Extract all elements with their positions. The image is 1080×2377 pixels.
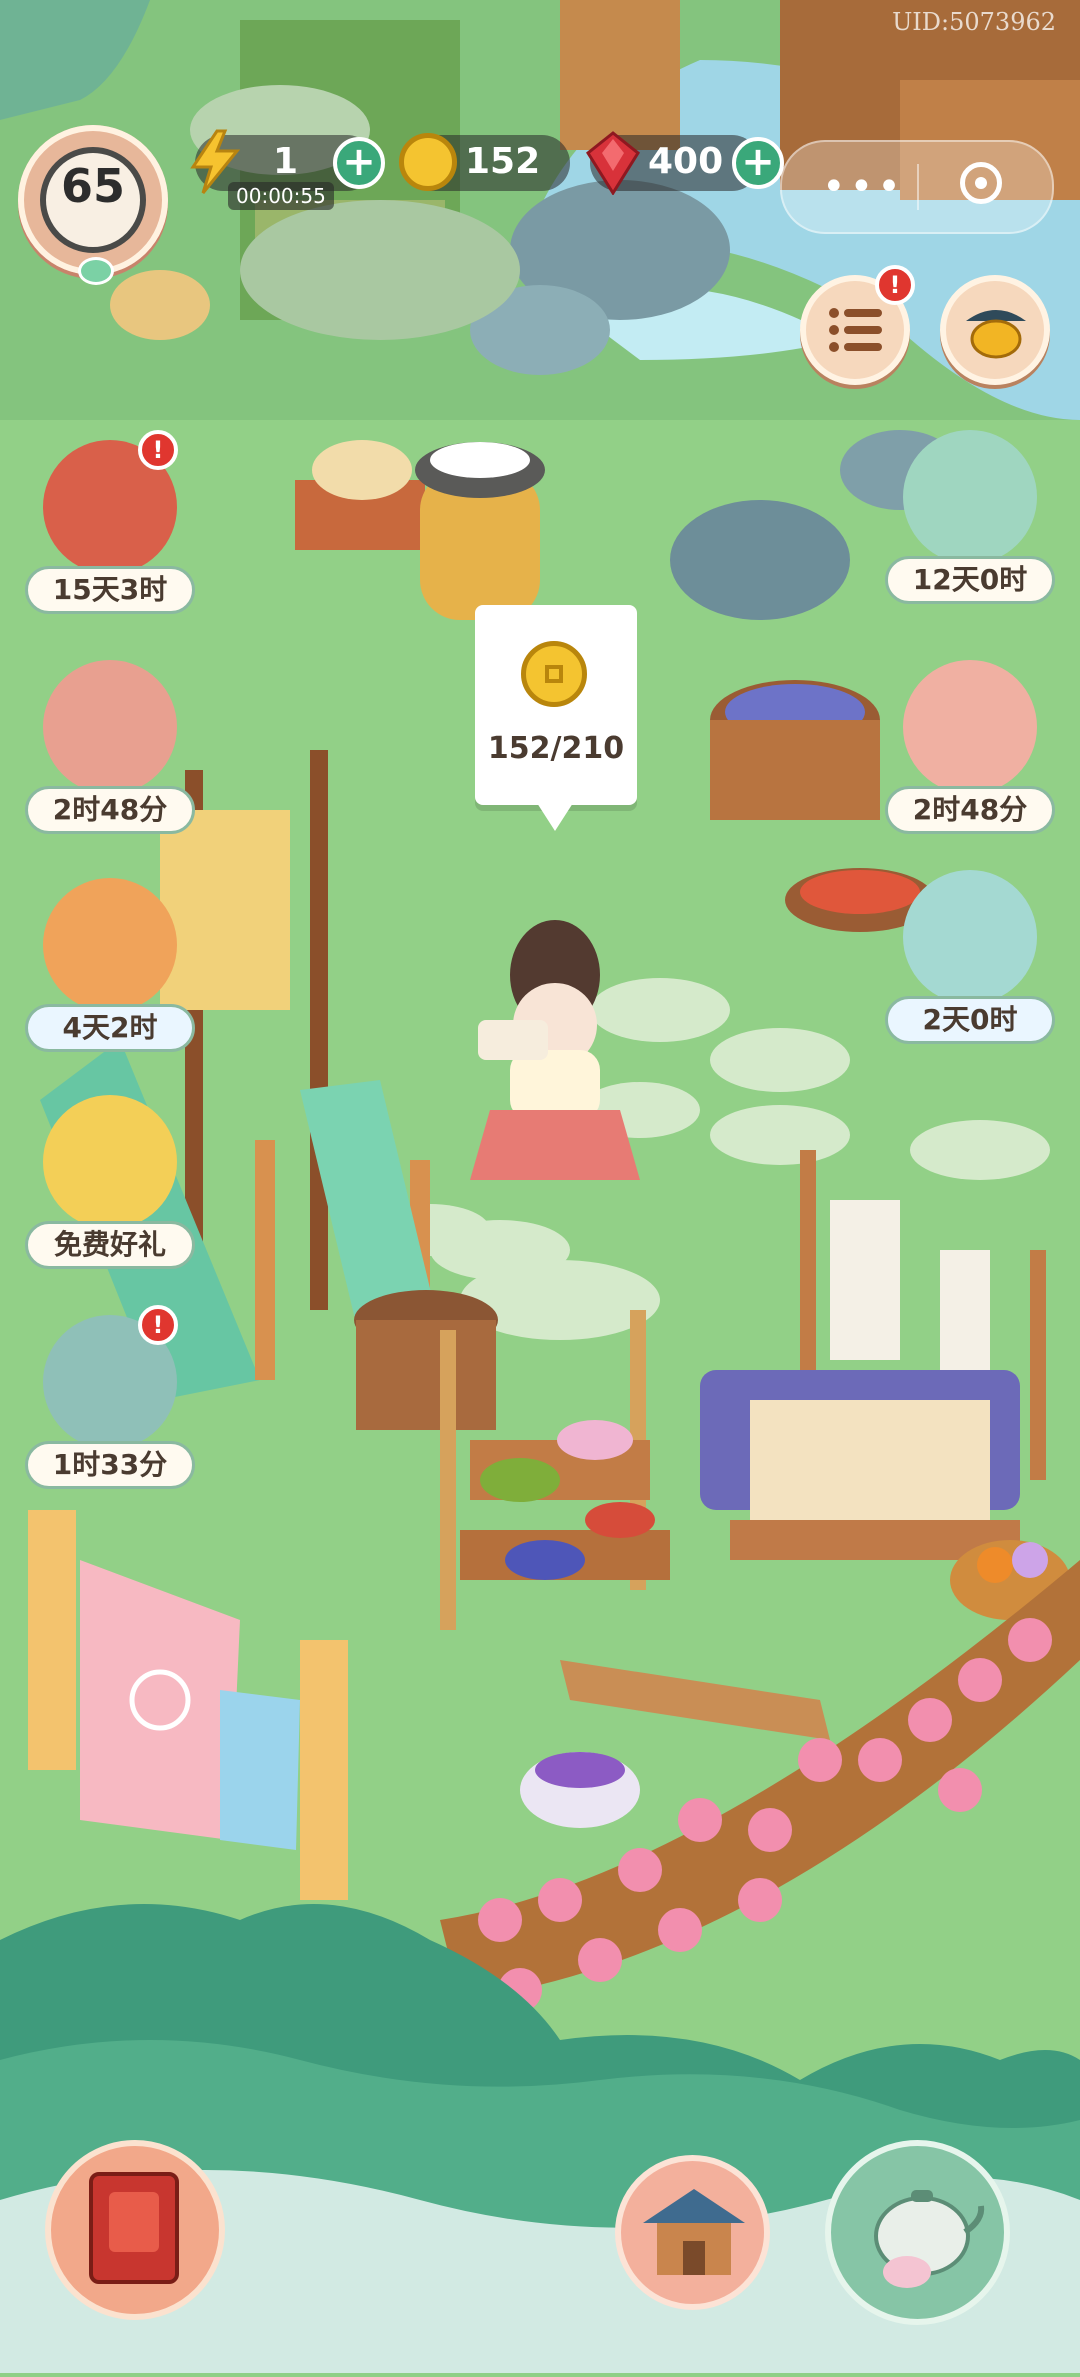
player-level-badge[interactable]: 65 [18, 125, 168, 285]
event-monkey[interactable]: 2时48分 [15, 650, 205, 850]
cat-giftbox-icon [903, 870, 1037, 1004]
coin-capacity: 152/210 [487, 731, 625, 766]
event-free-gift[interactable]: 免费好礼 [15, 1085, 205, 1285]
event-book-badge: ! [138, 430, 178, 470]
house-icon [643, 2189, 745, 2275]
coins-pill: 152 [399, 133, 570, 191]
energy-timer: 00:00:55 [228, 182, 334, 210]
flower-icon [78, 257, 114, 285]
player-level: 65 [60, 159, 125, 213]
event-swordsman-timer: 1时33分 [25, 1441, 195, 1489]
event-tiger-timer: 2时48分 [885, 786, 1055, 834]
ruby-gem-icon [586, 131, 640, 195]
event-maple-bowl-timer: 4天2时 [25, 1004, 195, 1052]
teapot-bunny-icon [874, 2190, 985, 2288]
event-cat-lotus[interactable]: 12天0时 [875, 420, 1065, 620]
event-swordsman-badge: ! [138, 1305, 178, 1345]
more-options-icon[interactable]: ••• [822, 164, 905, 210]
add-gems-button[interactable]: + [732, 137, 784, 189]
coin-collect-bubble[interactable]: 152/210 [475, 605, 637, 831]
golden-pot-icon [966, 310, 1026, 359]
event-tiger[interactable]: 2时48分 [875, 650, 1065, 850]
event-cat-lotus-timer: 12天0时 [885, 556, 1055, 604]
event-maple-bowl[interactable]: 4天2时 [15, 868, 205, 1068]
uid-label: UID:5073962 [892, 8, 1056, 36]
event-book-timer: 15天3时 [25, 566, 195, 614]
recipe-book-button[interactable] [45, 2140, 225, 2320]
maple-bowl-icon [43, 878, 177, 1012]
task-list-alert-badge: ! [875, 265, 915, 305]
coin-icon [399, 133, 457, 191]
monkey-teapot-icon [43, 660, 177, 794]
coins-value: 152 [465, 141, 541, 182]
gems-value: 400 [648, 141, 724, 182]
coin-icon [521, 641, 587, 707]
list-icon [829, 308, 882, 352]
event-monkey-timer: 2时48分 [25, 786, 195, 834]
red-book-icon [89, 2172, 179, 2284]
treasure-pot-button[interactable] [940, 275, 1050, 385]
event-book[interactable]: 15天3时 [15, 430, 205, 630]
event-swordsman[interactable]: 1时33分 [15, 1305, 205, 1505]
event-free-gift-label: 免费好礼 [25, 1221, 195, 1269]
event-cat-gift-timer: 2天0时 [885, 996, 1055, 1044]
close-target-icon[interactable] [960, 162, 1002, 204]
capsule-divider [917, 164, 919, 210]
tiger-cub-icon [903, 660, 1037, 794]
shop-building-button[interactable] [615, 2155, 770, 2310]
teapot-button[interactable] [825, 2140, 1010, 2325]
cat-lotus-icon [903, 430, 1037, 564]
add-energy-button[interactable]: + [333, 137, 385, 189]
miniprogram-capsule: ••• [780, 140, 1054, 234]
gift-coins-icon [43, 1095, 177, 1229]
energy-value: 1 [273, 141, 299, 182]
event-cat-gift[interactable]: 2天0时 [875, 860, 1065, 1060]
